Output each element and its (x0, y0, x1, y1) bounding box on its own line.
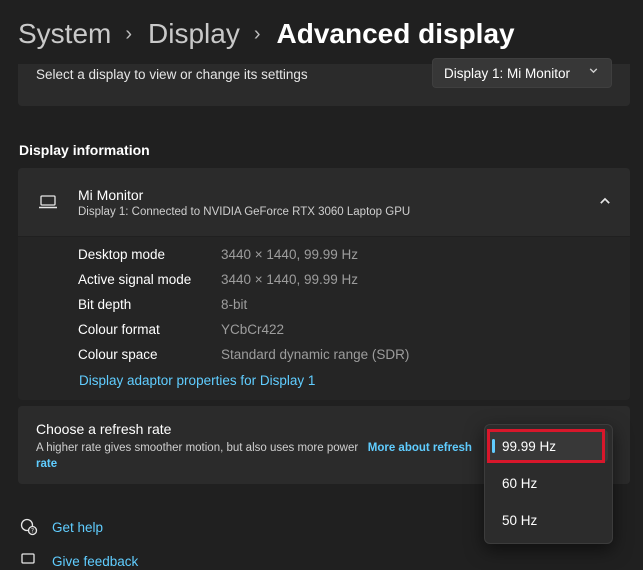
info-value: 3440 × 1440, 99.99 Hz (221, 247, 358, 262)
info-key: Desktop mode (78, 247, 166, 262)
breadcrumb-display[interactable]: Display (148, 18, 240, 50)
info-key: Colour format (78, 322, 160, 337)
display-select-label: Select a display to view or change its s… (36, 67, 308, 82)
monitor-expander[interactable]: Mi Monitor Display 1: Connected to NVIDI… (18, 168, 630, 236)
give-feedback-label: Give feedback (52, 553, 139, 569)
monitor-name: Mi Monitor (78, 187, 144, 203)
help-icon: ? (18, 518, 40, 536)
refresh-rate-option-label: 99.99 Hz (502, 438, 557, 454)
refresh-rate-option-label: 60 Hz (502, 475, 538, 491)
display-info-panel: Desktop mode 3440 × 1440, 99.99 Hz Activ… (18, 237, 630, 400)
chevron-right-icon: › (125, 22, 133, 45)
info-value: 8-bit (221, 297, 248, 312)
info-value: YCbCr422 (221, 322, 285, 337)
refresh-rate-menu: 99.99 Hz 60 Hz 50 Hz (484, 424, 613, 544)
refresh-rate-title: Choose a refresh rate (36, 421, 172, 437)
info-key: Colour space (78, 347, 158, 362)
page-title: Advanced display (276, 18, 515, 49)
info-value: Standard dynamic range (SDR) (221, 347, 410, 362)
chevron-down-icon (588, 65, 599, 79)
info-value: 3440 × 1440, 99.99 Hz (221, 272, 358, 287)
get-help-link[interactable]: ? Get help (18, 518, 103, 536)
monitor-description: Display 1: Connected to NVIDIA GeForce R… (78, 206, 411, 218)
refresh-rate-option[interactable]: 60 Hz (488, 467, 608, 499)
refresh-rate-option[interactable]: 50 Hz (488, 504, 608, 536)
info-key: Bit depth (78, 297, 132, 312)
chevron-up-icon[interactable] (598, 194, 612, 213)
give-feedback-link[interactable]: Give feedback (18, 552, 138, 570)
get-help-label: Get help (52, 519, 104, 535)
display-select-dropdown[interactable]: Display 1: Mi Monitor (432, 58, 612, 88)
feedback-icon (18, 552, 40, 570)
breadcrumb-system[interactable]: System (18, 18, 111, 50)
display-information-heading: Display information (19, 142, 150, 158)
chevron-right-icon: › (253, 22, 261, 45)
info-key: Active signal mode (78, 272, 192, 287)
display-adapter-properties-link[interactable]: Display adaptor properties for Display 1 (79, 373, 315, 388)
refresh-rate-option-label: 50 Hz (502, 512, 538, 528)
refresh-rate-description-block: A higher rate gives smoother motion, but… (36, 440, 476, 472)
display-select-value: Display 1: Mi Monitor (444, 65, 571, 81)
refresh-rate-option[interactable]: 99.99 Hz (488, 430, 608, 462)
refresh-rate-description: A higher rate gives smoother motion, but… (36, 442, 359, 454)
breadcrumb: System › Display › Advanced display (18, 14, 515, 54)
svg-text:?: ? (31, 528, 34, 535)
laptop-icon (38, 194, 58, 215)
display-select-card: Select a display to view or change its s… (18, 58, 630, 106)
